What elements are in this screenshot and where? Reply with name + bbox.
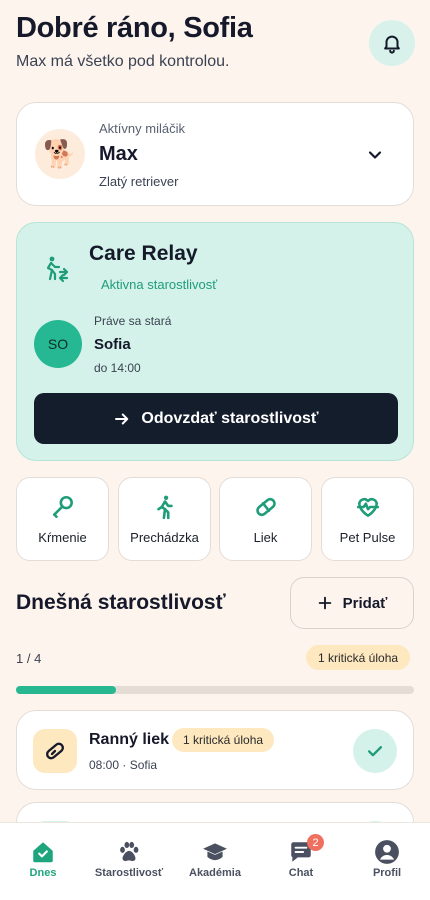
task-card[interactable] xyxy=(16,802,414,822)
today-care-title: Dnešná starostlivosť xyxy=(16,591,226,614)
care-relay-card: Care Relay Aktivna starostlivosť SO Práv… xyxy=(16,222,414,461)
notifications-button[interactable] xyxy=(369,20,415,66)
active-pet-caption: Aktívny miláčik xyxy=(99,121,185,136)
bell-icon xyxy=(384,35,400,54)
quick-action-pet-pulse[interactable]: Pet Pulse xyxy=(321,477,414,561)
dog-icon: 🐕 xyxy=(43,139,77,170)
nav-item-today[interactable]: Dnes xyxy=(0,839,86,895)
pet-avatar: 🐕 xyxy=(35,129,85,179)
heart-pulse-icon xyxy=(356,497,379,517)
bottom-navigation: Dnes Starostlivosť Akadémia 2 Chat Profi… xyxy=(0,822,430,900)
nav-item-chat[interactable]: 2 Chat xyxy=(258,834,344,895)
caregiver-avatar: SO xyxy=(34,320,82,368)
relay-walker-icon xyxy=(46,256,69,283)
quick-action-walk[interactable]: Prechádzka xyxy=(118,477,211,561)
active-pet-selector[interactable]: 🐕 Aktívny miláčik Max Zlatý retriever xyxy=(16,102,414,206)
task-progress-bar xyxy=(16,686,414,694)
task-card[interactable]: Ranný liek 1 kritická úloha 08:00 · Sofi… xyxy=(16,710,414,790)
nav-item-academy[interactable]: Akadémia xyxy=(172,839,258,895)
arrow-right-icon xyxy=(115,413,129,424)
current-caregiver-caption: Práve sa stará xyxy=(94,314,172,328)
chevron-down-icon[interactable] xyxy=(365,145,385,165)
home-icon xyxy=(33,842,53,863)
nav-label: Akadémia xyxy=(189,867,241,879)
task-complete-toggle[interactable] xyxy=(353,729,397,773)
nav-label: Chat xyxy=(288,867,314,879)
nav-label: Dnes xyxy=(29,867,57,879)
quick-action-label: Kŕmenie xyxy=(38,530,87,545)
checkmark-icon xyxy=(368,746,382,757)
add-task-button[interactable]: Pridať xyxy=(290,577,414,629)
paw-icon xyxy=(120,841,139,862)
care-relay-title: Care Relay xyxy=(89,242,198,265)
pill-icon xyxy=(46,742,64,760)
quick-action-label: Prechádzka xyxy=(130,530,199,545)
current-caregiver-name: Sofia xyxy=(94,336,131,353)
pet-name: Max xyxy=(99,143,138,165)
nav-label: Profil xyxy=(372,867,402,879)
pill-icon xyxy=(255,497,276,517)
task-progress-count: 1 / 4 xyxy=(16,651,42,666)
task-meta: 08:00 · Sofia xyxy=(89,758,158,772)
task-critical-badge: 1 kritická úloha xyxy=(172,728,275,752)
add-task-label: Pridať xyxy=(342,594,388,612)
greeting-subtitle: Max má všetko pod kontrolou. xyxy=(16,53,230,70)
nav-label: Starostlivosť xyxy=(94,867,164,879)
handover-care-label: Odovzdať starostlivosť xyxy=(141,409,319,427)
nav-item-profile[interactable]: Profil xyxy=(344,839,430,895)
handover-care-button[interactable]: Odovzdať starostlivosť xyxy=(34,393,398,444)
quick-action-feeding[interactable]: Kŕmenie xyxy=(16,477,109,561)
plus-icon xyxy=(318,596,331,610)
task-icon-tile xyxy=(33,729,77,773)
profile-icon xyxy=(375,840,399,864)
quick-action-medicine[interactable]: Liek xyxy=(219,477,312,561)
nav-item-care[interactable]: Starostlivosť xyxy=(86,839,172,895)
care-until-time: do 14:00 xyxy=(94,361,141,375)
walk-icon xyxy=(156,495,173,520)
chat-unread-badge: 2 xyxy=(307,834,324,851)
critical-task-badge: 1 kritická úloha xyxy=(306,645,411,670)
care-relay-status: Aktivna starostlivosť xyxy=(101,277,218,292)
task-title: Ranný liek xyxy=(89,731,170,748)
graduation-cap-icon xyxy=(203,843,227,861)
quick-action-label: Pet Pulse xyxy=(339,530,396,545)
greeting-title: Dobré ráno, Sofia xyxy=(16,12,253,44)
home-screen: Dobré ráno, Sofia Max má všetko pod kont… xyxy=(0,0,430,822)
feeding-icon xyxy=(52,495,73,519)
pet-breed: Zlatý retriever xyxy=(99,174,179,189)
task-progress-fill xyxy=(16,686,116,694)
quick-action-label: Liek xyxy=(253,530,278,545)
